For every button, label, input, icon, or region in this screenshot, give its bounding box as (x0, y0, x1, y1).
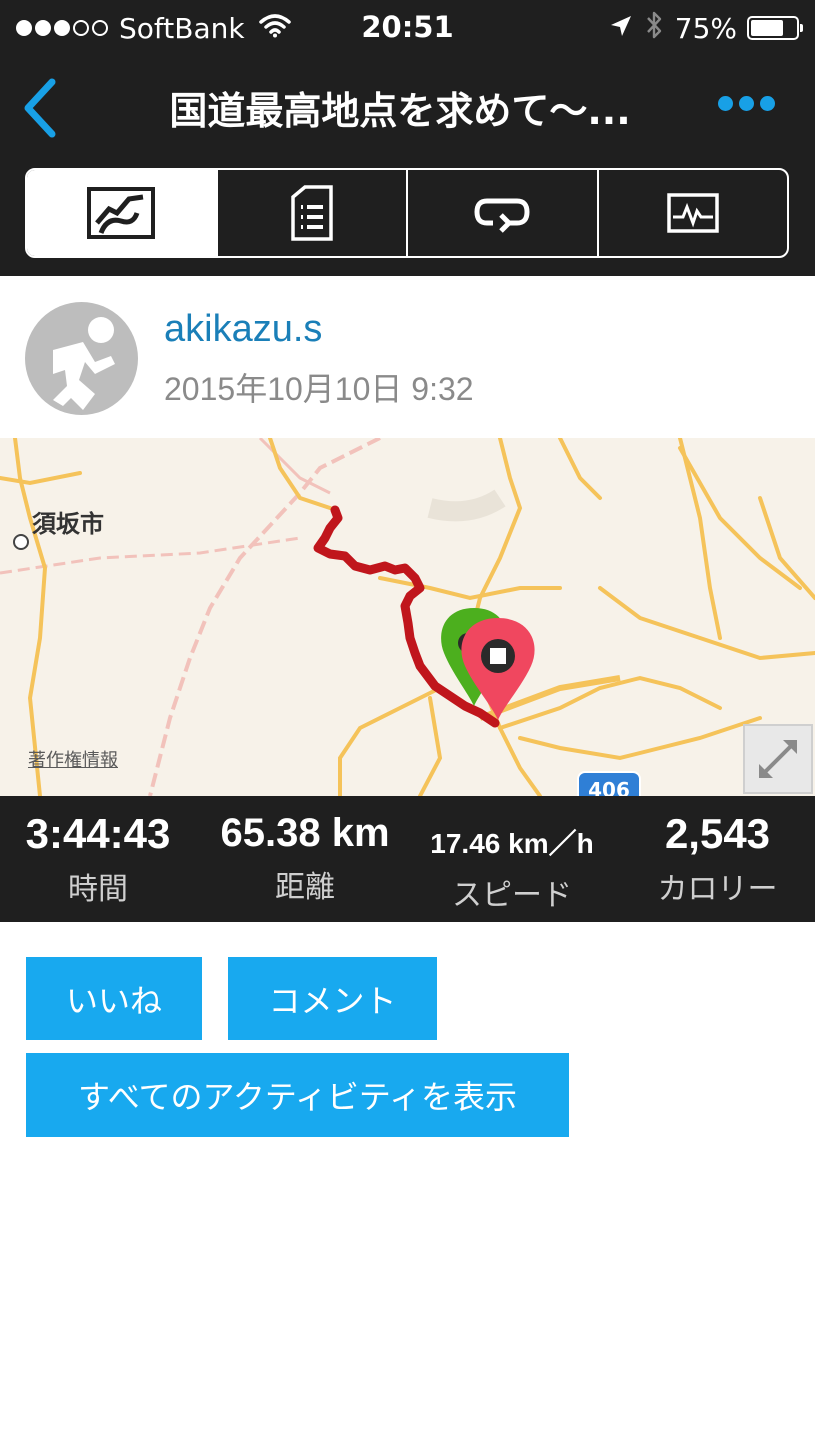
stat-calories-value: 2,543 (664, 810, 771, 857)
activity-datetime: 2015年10月10日 9:32 (164, 371, 474, 407)
page-title: 国道最高地点を求めて～... (169, 89, 631, 133)
chevron-left-icon (24, 78, 56, 138)
stat-speed-label: スピード (452, 878, 572, 913)
location-arrow-icon (609, 12, 633, 45)
activity-graph-icon (667, 193, 719, 233)
city-label: 須坂市 (32, 510, 104, 538)
activity-header: akikazu.s 2015年10月10日 9:32 (0, 276, 815, 438)
battery-percent: 75% (674, 11, 737, 45)
stat-time: 3:44:43 時間 (8, 796, 188, 908)
battery-icon (747, 16, 803, 40)
navigation-bar: 国道最高地点を求めて～... (0, 56, 815, 276)
all-activities-button[interactable]: すべてのアクティビティを表示 (26, 1053, 569, 1137)
route-map[interactable]: 須坂市 著作権情報 406 (0, 438, 815, 796)
list-document-icon (291, 185, 333, 241)
username-link[interactable]: akikazu.s (164, 308, 322, 351)
tab-laps[interactable] (406, 170, 597, 256)
status-right: 75% (609, 10, 803, 47)
more-button[interactable] (718, 96, 775, 111)
stat-distance-label: 距離 (275, 870, 335, 905)
like-button[interactable]: いいね (26, 957, 202, 1040)
tab-segmented-control (25, 168, 789, 258)
expand-map-button[interactable] (743, 724, 813, 794)
stat-time-label: 時間 (68, 872, 128, 907)
status-bar: SoftBank 20:51 75% (0, 0, 815, 56)
route-number-badge: 406 (577, 771, 641, 796)
stat-time-value: 3:44:43 (25, 810, 171, 857)
stat-speed: 17.46 km／h スピード (412, 796, 612, 914)
comment-button[interactable]: コメント (228, 957, 437, 1040)
tab-details[interactable] (215, 170, 407, 256)
tab-graph[interactable] (596, 170, 788, 256)
stats-bar: 3:44:43 時間 65.38 km 距離 17.46 km／h スピード 2… (0, 796, 815, 922)
map-credit-link[interactable]: 著作権情報 (28, 746, 118, 772)
more-dots-icon (718, 96, 733, 111)
bluetooth-icon (645, 10, 663, 47)
stat-speed-value: 17.46 km／h (430, 828, 594, 859)
stat-distance: 65.38 km 距離 (200, 796, 410, 906)
stat-calories: 2,543 カロリー (630, 796, 805, 908)
map-icon (87, 187, 156, 239)
stat-calories-label: カロリー (657, 872, 778, 907)
tab-map[interactable] (27, 170, 216, 256)
back-button[interactable] (18, 76, 68, 140)
runner-avatar-icon[interactable] (25, 302, 138, 415)
stat-distance-value: 65.38 km (220, 811, 390, 855)
expand-arrows-icon (759, 740, 797, 778)
loop-arrow-icon (474, 198, 530, 233)
